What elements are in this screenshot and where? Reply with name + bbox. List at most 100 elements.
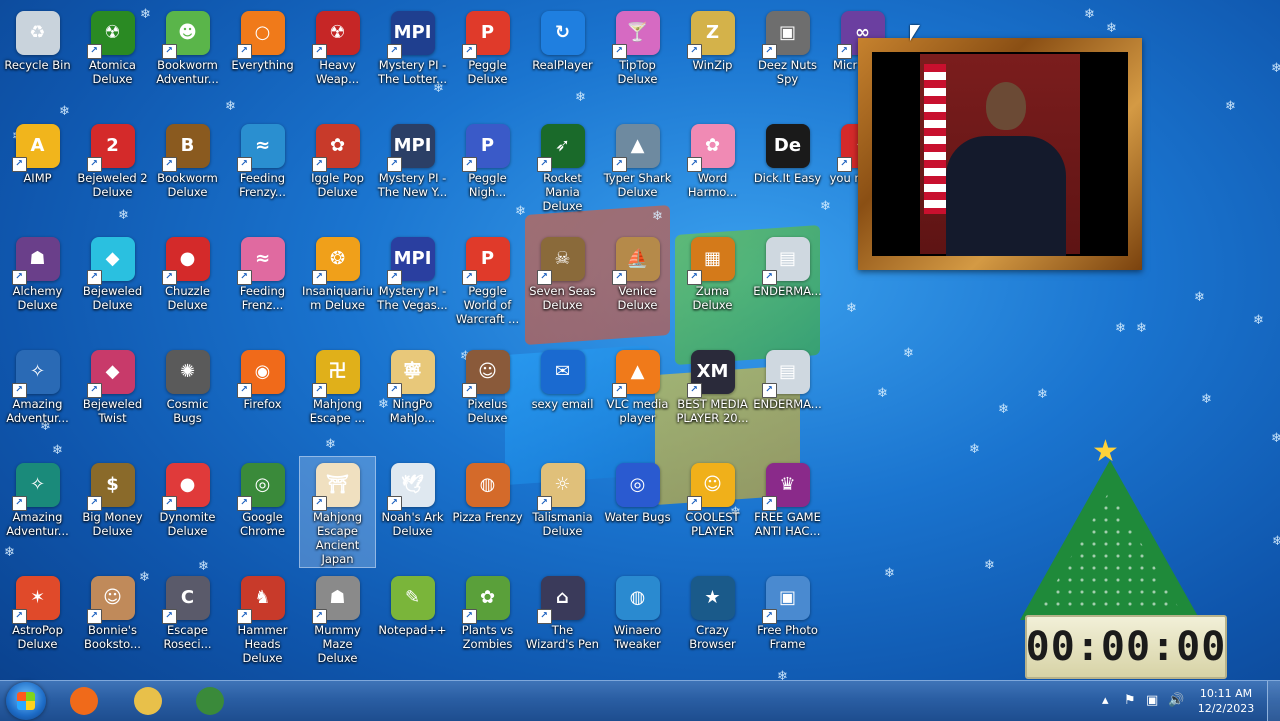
desktop-icon[interactable]: ▤ ↗ ENDERMA...: [750, 231, 825, 341]
desktop-icon[interactable]: ◆ ↗ Bejeweled Twist: [75, 344, 150, 454]
desktop-icon[interactable]: ● ↗ Chuzzle Deluxe: [150, 231, 225, 341]
desktop-icon-label: NingPo MahJo...: [389, 397, 436, 425]
countdown-clock-widget[interactable]: 00:00:00: [1025, 615, 1227, 679]
photo-frame-widget[interactable]: [858, 38, 1142, 270]
desktop-icon[interactable]: ◎ ↗ Google Chrome: [225, 457, 300, 567]
desktop-icon[interactable]: P ↗ Peggle Nigh...: [450, 118, 525, 228]
desktop-icon[interactable]: 🕊 ↗ Noah's Ark Deluxe: [375, 457, 450, 567]
desktop-icon[interactable]: ▦ ↗ Zuma Deluxe: [675, 231, 750, 341]
desktop-icon[interactable]: ✉ sexy email: [525, 344, 600, 454]
desktop-icon[interactable]: ↻ RealPlayer: [525, 5, 600, 115]
desktop-icon[interactable]: ● ↗ Dynomite Deluxe: [150, 457, 225, 567]
desktop-icon[interactable]: De Dick.It Easy: [750, 118, 825, 228]
desktop-icon[interactable]: Z ↗ WinZip: [675, 5, 750, 115]
start-button[interactable]: [6, 682, 46, 720]
action-center-flag-icon[interactable]: ⚑: [1124, 693, 1136, 708]
app-glyph: 2: [106, 135, 119, 156]
desktop-icon[interactable]: ○ ↗ Everything: [225, 5, 300, 115]
desktop-icon[interactable]: 卍 ↗ Mahjong Escape ...: [300, 344, 375, 454]
desktop-icon[interactable]: P ↗ Peggle World of Warcraft ...: [450, 231, 525, 341]
desktop-icon[interactable]: ♞ ↗ Hammer Heads Deluxe: [225, 570, 300, 680]
taskbar-firefox-button[interactable]: [58, 685, 110, 717]
desktop-icon[interactable]: ◍ Winaero Tweaker: [600, 570, 675, 680]
desktop-icon[interactable]: ★ Crazy Browser: [675, 570, 750, 680]
desktop-icon-label: Mystery PI - The New Y...: [377, 171, 448, 199]
desktop-icon[interactable]: ◉ ↗ Firefox: [225, 344, 300, 454]
desktop-icon[interactable]: 2 ↗ Bejeweled 2 Deluxe: [75, 118, 150, 228]
desktop-icon[interactable]: MPI ↗ Mystery PI - The Lotter...: [375, 5, 450, 115]
desktop-icon[interactable]: ✺ Cosmic Bugs: [150, 344, 225, 454]
desktop-icon[interactable]: C ↗ Escape Roseci...: [150, 570, 225, 680]
desktop-icon-label: Insaniquarium Deluxe: [301, 284, 374, 312]
app-icon: ◆ ↗: [86, 237, 135, 285]
app-icon: ♞ ↗: [236, 576, 285, 624]
desktop-icon[interactable]: ◎ Water Bugs: [600, 457, 675, 567]
show-hidden-icons-icon[interactable]: ▴: [1102, 693, 1109, 708]
desktop-icon[interactable]: ▲ ↗ Typer Shark Deluxe: [600, 118, 675, 228]
desktop-icon[interactable]: P ↗ Peggle Deluxe: [450, 5, 525, 115]
desktop-icon[interactable]: ✿ ↗ Iggle Pop Deluxe: [300, 118, 375, 228]
desktop-icon[interactable]: ➶ ↗ Rocket Mania Deluxe: [525, 118, 600, 228]
desktop-icon[interactable]: ▲ ↗ VLC media player: [600, 344, 675, 454]
app-icon: XM ↗: [686, 350, 735, 398]
taskbar-chrome-button[interactable]: [184, 685, 236, 717]
desktop-icon[interactable]: A ↗ AIMP: [0, 118, 75, 228]
app-glyph: ○: [254, 22, 271, 43]
desktop-icon[interactable]: MPI ↗ Mystery PI - The New Y...: [375, 118, 450, 228]
desktop-icon[interactable]: ☢ ↗ Atomica Deluxe: [75, 5, 150, 115]
desktop-icon-label: Amazing Adventur...: [6, 510, 69, 538]
desktop-icon[interactable]: ⛵ ↗ Venice Deluxe: [600, 231, 675, 341]
desktop-icon[interactable]: ✧ ↗ Amazing Adventur...: [0, 457, 75, 567]
show-desktop-button[interactable]: [1267, 681, 1280, 721]
desktop-icon[interactable]: ▤ ↗ ENDERMA...: [750, 344, 825, 454]
shortcut-arrow-icon: ↗: [311, 496, 327, 511]
desktop-icon[interactable]: ✿ ↗ Plants vs Zombies: [450, 570, 525, 680]
app-icon: ☺ ↗: [86, 576, 135, 624]
desktop-icon[interactable]: ✶ ↗ AstroPop Deluxe: [0, 570, 75, 680]
desktop-icon[interactable]: ☗ ↗ Alchemy Deluxe: [0, 231, 75, 341]
desktop-icon[interactable]: MPI ↗ Mystery PI - The Vegas...: [375, 231, 450, 341]
desktop-icon[interactable]: ▣ ↗ Free Photo Frame: [750, 570, 825, 680]
desktop-icon[interactable]: ✿ ↗ Word Harmo...: [675, 118, 750, 228]
desktop-icon[interactable]: XM ↗ BEST MEDIA PLAYER 20...: [675, 344, 750, 454]
volume-icon[interactable]: 🔊: [1168, 693, 1184, 708]
desktop-icon[interactable]: ≈ ↗ Feeding Frenz...: [225, 231, 300, 341]
desktop-icon[interactable]: 寧 ↗ NingPo MahJo...: [375, 344, 450, 454]
app-glyph: $: [106, 474, 119, 495]
shortcut-arrow-icon: ↗: [386, 383, 402, 398]
desktop-icon[interactable]: ☻ ↗ Bookworm Adventur...: [150, 5, 225, 115]
desktop-icon[interactable]: 🍸 ↗ TipTop Deluxe: [600, 5, 675, 115]
desktop-icon[interactable]: ☢ ↗ Heavy Weap...: [300, 5, 375, 115]
desktop-icon[interactable]: ✎ Notepad++: [375, 570, 450, 680]
desktop-icon[interactable]: ◆ ↗ Bejeweled Deluxe: [75, 231, 150, 341]
tray-clock[interactable]: 10:11 AM 12/2/2023: [1194, 686, 1258, 716]
desktop-icon-label: Google Chrome: [239, 510, 286, 538]
desktop-icon[interactable]: ✧ ↗ Amazing Adventur...: [0, 344, 75, 454]
desktop-icon[interactable]: ≈ ↗ Feeding Frenzy...: [225, 118, 300, 228]
app-icon: ◉ ↗: [236, 350, 285, 398]
desktop-icon[interactable]: ☗ ↗ Mummy Maze Deluxe: [300, 570, 375, 680]
desktop-icon[interactable]: ⛩ ↗ Mahjong Escape Ancient Japan: [299, 456, 376, 568]
app-glyph: ▤: [778, 361, 796, 382]
desktop-icon[interactable]: ☠ ↗ Seven Seas Deluxe: [525, 231, 600, 341]
desktop-icon[interactable]: ☺ ↗ COOLEST PLAYER: [675, 457, 750, 567]
app-glyph: ➶: [554, 135, 571, 156]
desktop-icon[interactable]: ⌂ ↗ The Wizard's Pen: [525, 570, 600, 680]
desktop-icon[interactable]: ❂ ↗ Insaniquarium Deluxe: [300, 231, 375, 341]
snowflake-icon: ❄: [969, 442, 980, 457]
taskbar-file-explorer-button[interactable]: [122, 685, 174, 717]
desktop-icon[interactable]: ♛ ↗ FREE GAME ANTI HAC...: [750, 457, 825, 567]
desktop-icon[interactable]: ☺ ↗ Pixelus Deluxe: [450, 344, 525, 454]
desktop-icon[interactable]: ☺ ↗ Bonnie's Booksto...: [75, 570, 150, 680]
desktop-icon[interactable]: ▣ ↗ Deez Nuts Spy: [750, 5, 825, 115]
desktop-icon[interactable]: ☼ ↗ Talismania Deluxe: [525, 457, 600, 567]
desktop-icon[interactable]: ◍ Pizza Frenzy: [450, 457, 525, 567]
shortcut-arrow-icon: ↗: [236, 44, 252, 59]
app-icon: ▲ ↗: [611, 350, 660, 398]
desktop-icon[interactable]: B ↗ Bookworm Deluxe: [150, 118, 225, 228]
desktop-icon[interactable]: $ ↗ Big Money Deluxe: [75, 457, 150, 567]
shortcut-arrow-icon: ↗: [236, 157, 252, 172]
photo-frame-picture: [872, 52, 1128, 256]
network-icon[interactable]: ▣: [1146, 693, 1158, 708]
desktop-icon[interactable]: ♻ Recycle Bin: [0, 5, 75, 115]
